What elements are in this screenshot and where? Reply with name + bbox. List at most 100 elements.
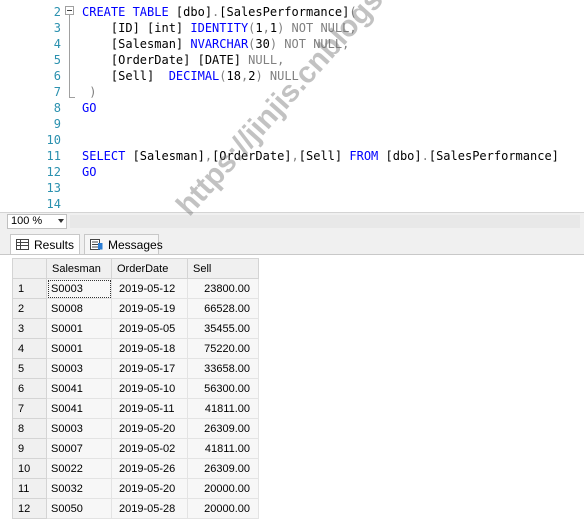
code-line[interactable] (82, 180, 559, 196)
cell-sell[interactable]: 26309.00 (187, 418, 259, 439)
cell-salesman[interactable]: S0041 (46, 398, 112, 419)
fold-guide (69, 15, 70, 97)
row-number[interactable]: 8 (12, 418, 47, 439)
code-line[interactable]: CREATE TABLE [dbo].[SalesPerformance]( (82, 4, 559, 20)
table-row[interactable]: 1 S0003 2019-05-12 23800.00 (12, 278, 259, 299)
code-token: [Sell] (298, 149, 343, 163)
cell-sell[interactable]: 41811.00 (187, 438, 259, 459)
table-row[interactable]: 2 S0008 2019-05-19 66528.00 (12, 298, 259, 319)
cell-sell[interactable]: 35455.00 (187, 318, 259, 339)
cell-orderdate[interactable]: 2019-05-18 (111, 338, 188, 359)
code-line[interactable]: SELECT [Salesman],[OrderDate],[Sell] FRO… (82, 148, 559, 164)
cell-salesman[interactable]: S0041 (46, 378, 112, 399)
code-text[interactable]: CREATE TABLE [dbo].[SalesPerformance]( [… (82, 4, 559, 212)
row-number[interactable]: 4 (12, 338, 47, 359)
cell-sell[interactable]: 33658.00 (187, 358, 259, 379)
grid-corner[interactable] (12, 258, 47, 279)
cell-sell[interactable]: 20000.00 (187, 478, 259, 499)
cell-sell[interactable]: 75220.00 (187, 338, 259, 359)
table-row[interactable]: 9 S0007 2019-05-02 41811.00 (12, 438, 259, 459)
collapse-toggle-icon[interactable] (65, 6, 74, 15)
tab-results[interactable]: Results (10, 234, 80, 254)
code-token: FROM (342, 149, 386, 163)
code-line[interactable] (82, 116, 559, 132)
cell-salesman[interactable]: S0022 (46, 458, 112, 479)
tab-messages[interactable]: Messages (84, 234, 163, 254)
table-row[interactable]: 7 S0041 2019-05-11 41811.00 (12, 398, 259, 419)
code-line[interactable]: ) (82, 84, 559, 100)
table-row[interactable]: 6 S0041 2019-05-10 56300.00 (12, 378, 259, 399)
code-line[interactable]: [OrderDate] [DATE] NULL, (82, 52, 559, 68)
line-number: 10 (46, 133, 61, 147)
results-grid[interactable]: Salesman OrderDate Sell 1 S0003 2019-05-12… (0, 254, 584, 529)
row-number[interactable]: 11 (12, 478, 47, 499)
row-number[interactable]: 10 (12, 458, 47, 479)
table-row[interactable]: 5 S0003 2019-05-17 33658.00 (12, 358, 259, 379)
cell-salesman[interactable]: S0003 (46, 358, 112, 379)
cell-salesman[interactable]: S0050 (46, 498, 112, 519)
code-line[interactable]: [Sell] DECIMAL(18,2) NULL (82, 68, 559, 84)
cell-orderdate[interactable]: 2019-05-11 (111, 398, 188, 419)
code-line[interactable]: [Salesman] NVARCHAR(30) NOT NULL, (82, 36, 559, 52)
horizontal-scrollbar[interactable] (70, 215, 580, 228)
sql-editor[interactable]: 2 3 4 5 6 7 8 9 10 11 12 13 14 CREATE TABLE [dbo].[S… (0, 0, 584, 212)
cell-sell[interactable]: 26309.00 (187, 458, 259, 479)
cell-orderdate[interactable]: 2019-05-02 (111, 438, 188, 459)
row-number[interactable]: 12 (12, 498, 47, 519)
code-line[interactable]: GO (82, 164, 559, 180)
row-number[interactable]: 6 (12, 378, 47, 399)
line-number: 3 (53, 21, 61, 35)
code-line[interactable]: [ID] [int] IDENTITY(1,1) NOT NULL, (82, 20, 559, 36)
row-number[interactable]: 2 (12, 298, 47, 319)
table-row[interactable]: 12 S0050 2019-05-28 20000.00 (12, 498, 259, 519)
cell-salesman[interactable]: S0008 (46, 298, 112, 319)
cell-salesman[interactable]: S0001 (46, 338, 112, 359)
row-number[interactable]: 1 (12, 278, 47, 299)
results-tab-bar: Results Messages (0, 231, 584, 254)
chevron-down-icon (58, 219, 64, 223)
cell-orderdate[interactable]: 2019-05-20 (111, 478, 188, 499)
cell-orderdate[interactable]: 2019-05-28 (111, 498, 188, 519)
zoom-dropdown[interactable]: 100 % (7, 214, 67, 229)
code-token: 18 (226, 69, 241, 83)
cell-sell[interactable]: 56300.00 (187, 378, 259, 399)
cell-orderdate[interactable]: 2019-05-17 (111, 358, 188, 379)
row-number[interactable]: 7 (12, 398, 47, 419)
table-row[interactable]: 4 S0001 2019-05-18 75220.00 (12, 338, 259, 359)
cell-salesman[interactable]: S0003 (46, 278, 112, 299)
cell-orderdate[interactable]: 2019-05-10 (111, 378, 188, 399)
code-token: , (262, 21, 270, 35)
row-number[interactable]: 9 (12, 438, 47, 459)
cell-sell[interactable]: 23800.00 (187, 278, 259, 299)
row-number[interactable]: 3 (12, 318, 47, 339)
cell-orderdate[interactable]: 2019-05-19 (111, 298, 188, 319)
table-row[interactable]: 3 S0001 2019-05-05 35455.00 (12, 318, 259, 339)
cell-salesman[interactable]: S0001 (46, 318, 112, 339)
line-number: 13 (46, 181, 61, 195)
cell-orderdate[interactable]: 2019-05-26 (111, 458, 188, 479)
cell-orderdate[interactable]: 2019-05-12 (111, 278, 188, 299)
column-header-salesman[interactable]: Salesman (46, 258, 112, 279)
code-token: [Sell] (82, 69, 169, 83)
cell-salesman[interactable]: S0032 (46, 478, 112, 499)
cell-sell[interactable]: 41811.00 (187, 398, 259, 419)
cell-orderdate[interactable]: 2019-05-20 (111, 418, 188, 439)
cell-sell[interactable]: 20000.00 (187, 498, 259, 519)
table-row[interactable]: 10 S0022 2019-05-26 26309.00 (12, 458, 259, 479)
row-number[interactable]: 5 (12, 358, 47, 379)
zoom-value: 100 % (11, 215, 43, 227)
table-row[interactable]: 8 S0003 2019-05-20 26309.00 (12, 418, 259, 439)
column-header-sell[interactable]: Sell (187, 258, 259, 279)
line-number: 9 (53, 117, 61, 131)
code-line[interactable] (82, 196, 559, 212)
cell-salesman[interactable]: S0007 (46, 438, 112, 459)
cell-sell[interactable]: 66528.00 (187, 298, 259, 319)
code-line[interactable] (82, 132, 559, 148)
cell-orderdate[interactable]: 2019-05-05 (111, 318, 188, 339)
cell-salesman[interactable]: S0003 (46, 418, 112, 439)
table-row[interactable]: 11 S0032 2019-05-20 20000.00 (12, 478, 259, 499)
results-table[interactable]: Salesman OrderDate Sell 1 S0003 2019-05-12… (12, 258, 259, 519)
code-token: 1 (255, 21, 263, 35)
column-header-orderdate[interactable]: OrderDate (111, 258, 188, 279)
code-line[interactable]: GO (82, 100, 559, 116)
